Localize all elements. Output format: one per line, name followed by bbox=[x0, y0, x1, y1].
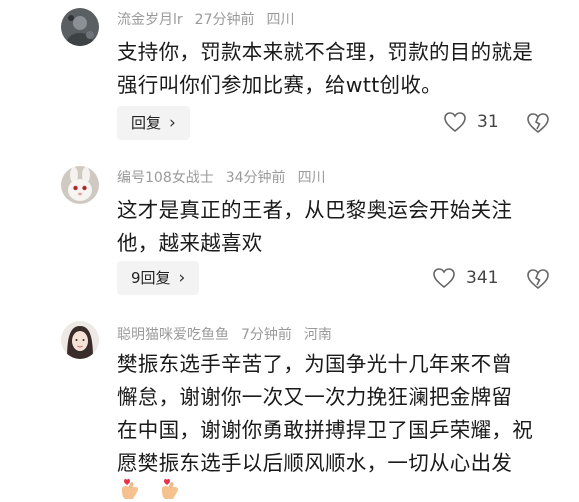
broken-heart-icon bbox=[527, 269, 549, 290]
dislike-button[interactable] bbox=[526, 268, 550, 290]
chevron-right-icon: › bbox=[169, 113, 176, 133]
timestamp: 34分钟前 bbox=[225, 170, 286, 186]
finger-heart-icon bbox=[162, 478, 179, 499]
location: 河南 bbox=[303, 327, 332, 343]
emoji-row bbox=[117, 477, 183, 501]
dislike-button[interactable] bbox=[526, 112, 550, 134]
comment-line: 懈怠，谢谢你一次又一次力挽狂澜把金牌留 bbox=[117, 385, 513, 409]
comment-meta: 聪明猫咪爱吃鱼鱼 7分钟前 河南 bbox=[117, 325, 344, 345]
timestamp: 27分钟前 bbox=[194, 12, 255, 28]
broken-heart-icon bbox=[527, 113, 549, 134]
avatar[interactable] bbox=[61, 166, 99, 204]
comment-line: 在中国，谢谢你勇敢拼搏捍卫了国乒荣耀，祝 bbox=[117, 418, 533, 442]
reply-button[interactable]: 回复 › bbox=[117, 106, 190, 140]
location: 四川 bbox=[297, 170, 326, 186]
comment-line: 强行叫你们参加比赛，给wtt创收。 bbox=[117, 73, 442, 97]
username[interactable]: 编号108女战士 bbox=[117, 170, 214, 186]
chevron-right-icon: › bbox=[178, 268, 186, 288]
comment-meta: 编号108女战士 34分钟前 四川 bbox=[117, 168, 338, 188]
heart-icon bbox=[433, 268, 455, 289]
comment-line: 愿樊振东选手以后顺风顺水，一切从心出发 bbox=[117, 451, 513, 475]
comment-meta: 流金岁月lr 27分钟前 四川 bbox=[117, 10, 306, 30]
username[interactable]: 聪明猫咪爱吃鱼鱼 bbox=[117, 327, 229, 343]
comment-line: 支持你，罚款本来就不合理，罚款的目的就是 bbox=[117, 40, 533, 64]
location: 四川 bbox=[266, 12, 295, 28]
like-button[interactable]: 341 bbox=[432, 267, 498, 289]
avatar-gray-photo-icon bbox=[61, 8, 99, 46]
comment-text[interactable]: 这才是真正的王者，从巴黎奥运会开始关注 他，越来越喜欢 bbox=[117, 194, 557, 260]
username[interactable]: 流金岁月lr bbox=[117, 12, 183, 28]
comment-text[interactable]: 樊振东选手辛苦了，为国争光十几年来不曾 懈怠，谢谢你一次又一次力挽狂澜把金牌留 … bbox=[117, 348, 557, 480]
like-button[interactable]: 31 bbox=[443, 111, 499, 133]
avatar-girl-photo-icon bbox=[61, 321, 99, 359]
comment-1: 流金岁月lr 27分钟前 四川 支持你，罚款本来就不合理，罚款的目的就是 强行叫你们… bbox=[0, 0, 579, 150]
comment-3: 聪明猫咪爱吃鱼鱼 7分钟前 河南 樊振东选手辛苦了，为国争光十几年来不曾 懈怠，谢谢… bbox=[0, 315, 579, 502]
avatar[interactable] bbox=[61, 321, 99, 359]
heart-icon bbox=[444, 112, 466, 133]
avatar[interactable] bbox=[61, 8, 99, 46]
comment-line: 他，越来越喜欢 bbox=[117, 231, 263, 255]
reply-label: 回复 bbox=[131, 114, 162, 132]
reply-button[interactable]: 9回复 › bbox=[117, 261, 200, 295]
timestamp: 7分钟前 bbox=[241, 327, 292, 343]
comment-line: 樊振东选手辛苦了，为国争光十几年来不曾 bbox=[117, 352, 513, 376]
comment-text[interactable]: 支持你，罚款本来就不合理，罚款的目的就是 强行叫你们参加比赛，给wtt创收。 bbox=[117, 36, 557, 102]
reply-label: 9回复 bbox=[131, 269, 171, 287]
finger-heart-icon bbox=[122, 478, 139, 499]
like-count: 341 bbox=[466, 268, 499, 288]
comment-line: 这才是真正的王者，从巴黎奥运会开始关注 bbox=[117, 198, 513, 222]
like-count: 31 bbox=[477, 112, 499, 132]
comment-2: 编号108女战士 34分钟前 四川 这才是真正的王者，从巴黎奥运会开始关注 他，越来… bbox=[0, 160, 579, 310]
avatar-rabbit-icon bbox=[61, 166, 99, 204]
